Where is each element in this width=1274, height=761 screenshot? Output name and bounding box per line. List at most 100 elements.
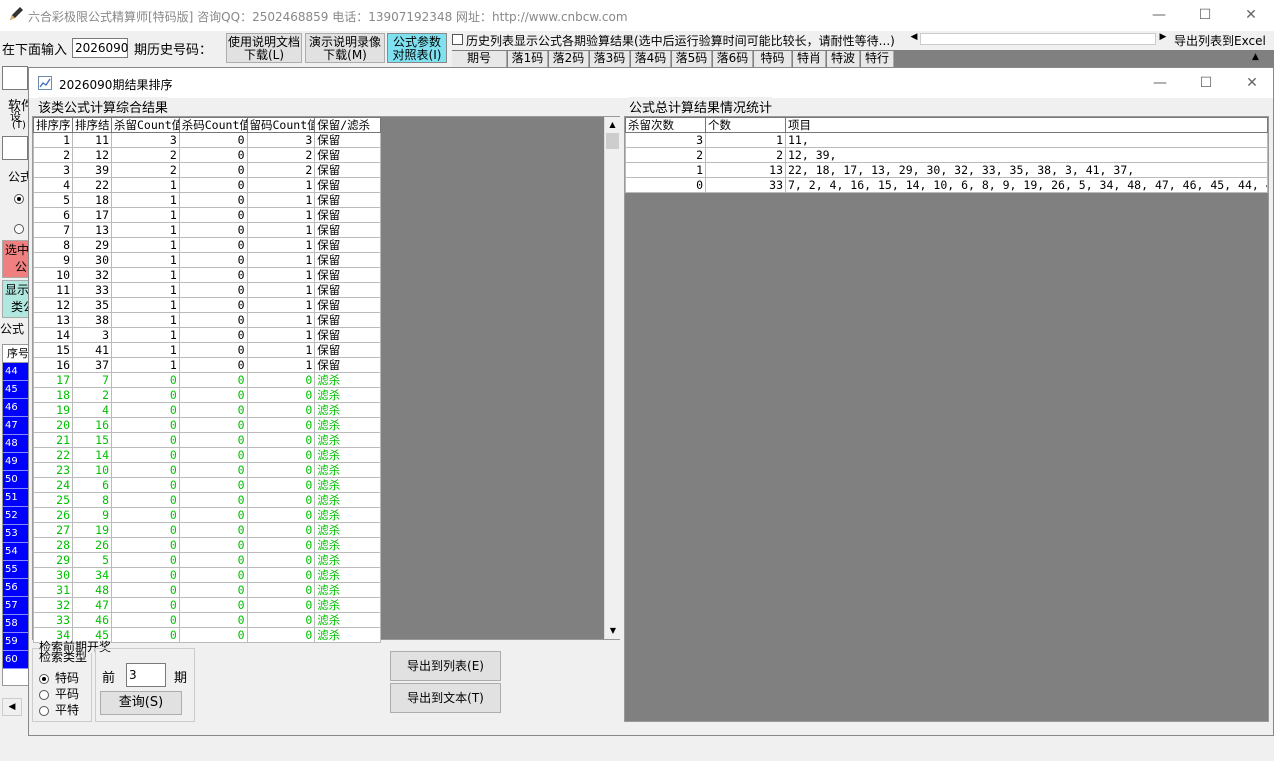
result-row[interactable]: 26 9 0 0 0 滤杀 (33, 507, 381, 523)
side-list-item[interactable]: 56 (3, 579, 29, 597)
scroll-down-icon[interactable]: ▼ (605, 623, 621, 639)
export-excel-button[interactable]: 导出列表到Excel (1174, 32, 1266, 49)
left-col-header[interactable]: 保留/滤杀 (314, 117, 381, 133)
result-row[interactable]: 13 38 1 0 1 保留 (33, 312, 381, 328)
result-row[interactable]: 16 37 1 0 1 保留 (33, 357, 381, 373)
side-list-item[interactable]: 46 (3, 399, 29, 417)
side-list-item[interactable]: 51 (3, 489, 29, 507)
result-row[interactable]: 22 14 0 0 0 滤杀 (33, 447, 381, 463)
left-col-header[interactable]: 排序序 (33, 117, 73, 133)
scroll-thumb[interactable] (606, 133, 619, 149)
result-row[interactable]: 24 6 0 0 0 滤杀 (33, 477, 381, 493)
side-list-item[interactable]: 60 (3, 651, 29, 669)
maximize-button[interactable]: ☐ (1182, 0, 1228, 30)
export-list-button[interactable]: 导出到列表(E) (390, 651, 501, 681)
result-row[interactable]: 11 33 1 0 1 保留 (33, 282, 381, 298)
side-list-item[interactable]: 59 (3, 633, 29, 651)
show-formula-button[interactable]: 显示 类公 (2, 280, 35, 318)
result-row[interactable]: 15 41 1 0 1 保留 (33, 342, 381, 358)
right-col-header[interactable]: 杀留次数 (625, 117, 706, 133)
stat-row[interactable]: 1 13 22, 18, 17, 13, 29, 30, 32, 33, 35, 3… (625, 162, 1268, 178)
hscroll-left-icon[interactable]: ◀ (908, 32, 920, 46)
result-row[interactable]: 8 29 1 0 1 保留 (33, 237, 381, 253)
result-row[interactable]: 33 46 0 0 0 滤杀 (33, 612, 381, 628)
side-radio[interactable] (14, 223, 24, 234)
side-list-item[interactable]: 49 (3, 453, 29, 471)
radio-dot[interactable] (39, 689, 49, 700)
manual-download-button[interactable]: 使用说明文档 下载(L) (226, 33, 302, 63)
scroll-up-icon[interactable]: ▲ (605, 117, 620, 133)
side-list-item[interactable]: 55 (3, 561, 29, 579)
minimize-button[interactable]: — (1136, 0, 1182, 30)
left-col-header[interactable]: 杀留Count值 (111, 117, 180, 133)
left-col-header[interactable]: 留码Count值 (246, 117, 316, 133)
side-scroll-left-icon[interactable]: ◀ (2, 698, 22, 716)
right-col-header[interactable]: 个数 (705, 117, 786, 133)
hscroll-right-icon[interactable]: ▶ (1157, 32, 1169, 46)
result-row[interactable]: 25 8 0 0 0 滤杀 (33, 492, 381, 508)
result-row[interactable]: 21 15 0 0 0 滤杀 (33, 432, 381, 448)
side-list-item[interactable]: 53 (3, 525, 29, 543)
side-list-item[interactable]: 58 (3, 615, 29, 633)
result-row[interactable]: 30 34 0 0 0 滤杀 (33, 567, 381, 583)
result-row[interactable]: 10 32 1 0 1 保留 (33, 267, 381, 283)
result-row[interactable]: 20 16 0 0 0 滤杀 (33, 417, 381, 433)
query-button[interactable]: 查询(S) (100, 691, 182, 715)
result-row[interactable]: 19 4 0 0 0 滤杀 (33, 402, 381, 418)
stat-row[interactable]: 0 33 7, 2, 4, 16, 15, 14, 10, 6, 8, 9, 19,… (625, 177, 1268, 193)
side-list-item[interactable]: 57 (3, 597, 29, 615)
result-row[interactable]: 31 48 0 0 0 滤杀 (33, 582, 381, 598)
side-list-item[interactable]: 44 (3, 363, 29, 381)
prev-period-input[interactable]: 3 (126, 663, 166, 687)
radio-dot[interactable] (39, 673, 49, 684)
result-row[interactable]: 14 3 1 0 1 保留 (33, 327, 381, 343)
side-list-item[interactable]: 54 (3, 543, 29, 561)
radio-teama[interactable]: 特码 (39, 669, 79, 686)
stat-row[interactable]: 2 2 12, 39, (625, 147, 1268, 163)
radio-pingte[interactable]: 平特 (39, 701, 79, 718)
side-input-2[interactable] (2, 136, 28, 160)
left-vscroll[interactable]: ▲ ▼ (604, 117, 620, 639)
radio-pingma[interactable]: 平码 (39, 685, 79, 702)
dialog-maximize-button[interactable]: ☐ (1183, 68, 1229, 98)
result-row[interactable]: 6 17 1 0 1 保留 (33, 207, 381, 223)
close-button[interactable]: ✕ (1228, 0, 1274, 30)
side-list-item[interactable]: 48 (3, 435, 29, 453)
demo-download-button[interactable]: 演示说明录像 下载(M) (305, 33, 385, 63)
result-row[interactable]: 29 5 0 0 0 滤杀 (33, 552, 381, 568)
hscroll-track[interactable] (920, 33, 1156, 45)
result-row[interactable]: 2 12 2 0 2 保留 (33, 147, 381, 163)
result-row[interactable]: 27 19 0 0 0 滤杀 (33, 522, 381, 538)
stat-row[interactable]: 3 1 11, (625, 132, 1268, 148)
result-row[interactable]: 5 18 1 0 1 保留 (33, 192, 381, 208)
left-col-header[interactable]: 排序结 (72, 117, 112, 133)
result-row[interactable]: 9 30 1 0 1 保留 (33, 252, 381, 268)
result-row[interactable]: 18 2 0 0 0 滤杀 (33, 387, 381, 403)
result-row[interactable]: 23 10 0 0 0 滤杀 (33, 462, 381, 478)
export-text-button[interactable]: 导出到文本(T) (390, 683, 501, 713)
right-col-header[interactable]: 项目 (785, 117, 1268, 133)
params-table-button[interactable]: 公式参数 对照表(I) (387, 33, 447, 63)
result-row[interactable]: 32 47 0 0 0 滤杀 (33, 597, 381, 613)
dialog-close-button[interactable]: ✕ (1229, 68, 1274, 98)
side-input[interactable] (2, 66, 28, 90)
side-list-item[interactable]: 45 (3, 381, 29, 399)
dialog-minimize-button[interactable]: — (1137, 68, 1183, 98)
side-list-item[interactable]: 47 (3, 417, 29, 435)
side-list-item[interactable]: 52 (3, 507, 29, 525)
side-list-item[interactable]: 50 (3, 471, 29, 489)
left-col-header[interactable]: 杀码Count值 (178, 117, 248, 133)
radio-dot[interactable] (39, 705, 49, 716)
result-row[interactable]: 12 35 1 0 1 保留 (33, 297, 381, 313)
result-row[interactable]: 1 11 3 0 3 保留 (33, 132, 381, 148)
result-row[interactable]: 3 39 2 0 2 保留 (33, 162, 381, 178)
select-formula-button[interactable]: 选中 公 (2, 240, 30, 278)
collapse-up-icon[interactable]: ▲ (1252, 52, 1259, 62)
side-radio[interactable] (14, 193, 24, 204)
result-row[interactable]: 4 22 1 0 1 保留 (33, 177, 381, 193)
result-row[interactable]: 28 26 0 0 0 滤杀 (33, 537, 381, 553)
period-input[interactable]: 2026090 (72, 38, 128, 58)
result-row[interactable]: 17 7 0 0 0 滤杀 (33, 372, 381, 388)
history-checkbox[interactable] (452, 34, 463, 45)
result-row[interactable]: 7 13 1 0 1 保留 (33, 222, 381, 238)
